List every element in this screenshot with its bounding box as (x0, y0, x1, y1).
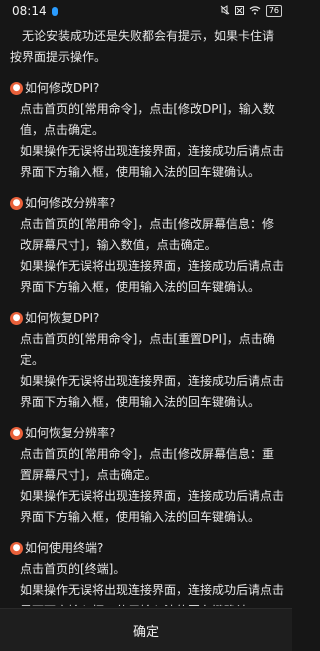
question-icon: ● (10, 312, 23, 325)
app-notification-icon (51, 6, 58, 16)
section-line: 点击首页的[常用命令]，点击[重置DPI]，点击确定。 (20, 332, 275, 367)
section-resolution-modify: ● 如何修改分辨率? 点击首页的[常用命令]，点击[修改屏幕信息：修改屏幕尺寸]… (10, 193, 284, 298)
section-title-text: 如何恢复DPI? (25, 311, 100, 325)
section-dpi-modify: ● 如何修改DPI? 点击首页的[常用命令]，点击[修改DPI]，输入数值，点击… (10, 78, 284, 183)
section-title-text: 如何使用终端? (25, 541, 104, 555)
section-title: ● 如何修改DPI? (10, 78, 284, 99)
section-dpi-restore: ● 如何恢复DPI? 点击首页的[常用命令]，点击[重置DPI]，点击确定。 如… (10, 308, 284, 413)
status-left: 08:14 (12, 4, 58, 18)
section-title: ● 如何恢复分辨率? (10, 423, 284, 444)
section-line: 点击首页的[终端]。 (20, 562, 126, 576)
section-title: ● 如何恢复DPI? (10, 308, 284, 329)
close-small-icon (234, 4, 244, 18)
section-line: 如果操作无误将出现连接界面，连接成功后请点击界面下方输入框，使用输入法的回车键确… (20, 144, 285, 179)
section-title-text: 如何修改DPI? (25, 81, 100, 95)
section-line: 点击首页的[常用命令]，点击[修改屏幕信息：修改屏幕尺寸]，输入数值，点击确定。 (20, 217, 275, 252)
section-title: ● 如何使用终端? (10, 538, 284, 559)
wifi-icon (249, 4, 261, 18)
section-line: 如果操作无误将出现连接界面，连接成功后请点击界面下方输入框，使用输入法的回车键确… (20, 583, 285, 606)
help-content[interactable]: 无论安装成功还是失败都会有提示，如果卡住请按界面提示操作。 ● 如何修改DPI?… (0, 26, 292, 606)
question-icon: ● (10, 82, 23, 95)
battery-icon: 76 (265, 5, 282, 17)
mute-icon (220, 4, 230, 18)
section-title-text: 如何恢复分辨率? (25, 426, 116, 440)
section-line: 如果操作无误将出现连接界面，连接成功后请点击界面下方输入框，使用输入法的回车键确… (20, 374, 285, 409)
status-right: 76 (220, 4, 282, 18)
section-resolution-restore: ● 如何恢复分辨率? 点击首页的[常用命令]，点击[修改屏幕信息：重置屏幕尺寸]… (10, 423, 284, 528)
question-icon: ● (10, 427, 23, 440)
status-time: 08:14 (12, 4, 47, 18)
question-icon: ● (10, 542, 23, 555)
section-line: 如果操作无误将出现连接界面，连接成功后请点击界面下方输入框，使用输入法的回车键确… (20, 259, 285, 294)
section-title-text: 如何修改分辨率? (25, 196, 116, 210)
section-line: 如果操作无误将出现连接界面，连接成功后请点击界面下方输入框，使用输入法的回车键确… (20, 489, 285, 524)
section-line: 点击首页的[常用命令]，点击[修改屏幕信息：重置屏幕尺寸]，点击确定。 (20, 447, 275, 482)
section-line: 点击首页的[常用命令]，点击[修改DPI]，输入数值，点击确定。 (20, 102, 275, 137)
section-terminal: ● 如何使用终端? 点击首页的[终端]。 如果操作无误将出现连接界面，连接成功后… (10, 538, 284, 606)
question-icon: ● (10, 197, 23, 210)
status-bar: 08:14 76 (0, 0, 292, 22)
intro-text: 无论安装成功还是失败都会有提示，如果卡住请按界面提示操作。 (10, 29, 275, 64)
confirm-button[interactable]: 确定 (0, 608, 292, 651)
section-title: ● 如何修改分辨率? (10, 193, 284, 214)
